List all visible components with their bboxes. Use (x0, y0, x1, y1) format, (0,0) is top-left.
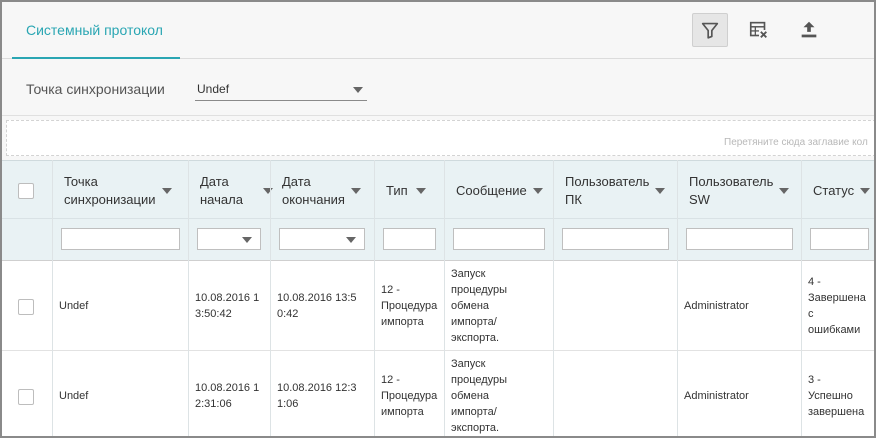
column-divider (188, 160, 189, 436)
column-header-label: Пользователь ПК (565, 173, 650, 207)
column-header-label: Дата окончания (282, 173, 345, 207)
cell-message: Запуск процедуры обмена импорта/ экспорт… (451, 358, 508, 434)
cell-message: Запуск процедуры обмена импорта/ экспорт… (451, 268, 508, 344)
row-select-checkbox[interactable] (18, 299, 34, 315)
type-column-filter[interactable] (383, 228, 436, 250)
column-header-label: Статус (813, 182, 855, 198)
sort-caret-icon (860, 187, 871, 194)
column-divider (553, 160, 554, 436)
column-header-label: Пользователь SW (689, 173, 774, 207)
sort-caret-icon (161, 187, 172, 194)
column-header-label: Тип (386, 182, 408, 198)
table-header-row: Точка синхронизации Дата начала Дата око… (2, 160, 874, 219)
column-header-sw-user[interactable]: Пользователь SW (689, 161, 790, 220)
end-date-column-filter[interactable] (279, 228, 365, 250)
table-row[interactable]: Undef 10.08.2016 1 2:31:06 10.08.2016 12… (2, 351, 874, 436)
cell-start-date: 10.08.2016 1 3:50:42 (195, 292, 260, 320)
row-select-checkbox[interactable] (18, 389, 34, 405)
cell-sync-point: Undef (59, 390, 89, 402)
column-header-label: Точка синхронизации (64, 173, 156, 207)
chevron-down-icon (242, 237, 252, 243)
sync-point-filter-label: Точка синхронизации (26, 81, 165, 97)
column-divider (270, 160, 271, 436)
filter-button[interactable] (692, 13, 728, 47)
cell-sw-user: Administrator (684, 300, 749, 312)
sort-caret-icon (532, 187, 543, 194)
group-drop-area[interactable]: Перетяните сюда заглавие кол (6, 120, 874, 156)
table-row[interactable]: Undef 10.08.2016 1 3:50:42 10.08.2016 13… (2, 261, 874, 351)
chevron-down-icon (346, 237, 356, 243)
sync-point-select-value: Undef (197, 82, 230, 96)
select-all-checkbox[interactable] (18, 183, 34, 199)
column-divider (52, 160, 53, 436)
message-column-filter[interactable] (453, 228, 545, 250)
sync-point-column-filter[interactable] (61, 228, 180, 250)
filter-icon (701, 22, 719, 39)
column-header-status[interactable]: Статус (813, 161, 871, 220)
sort-caret-icon (779, 187, 790, 194)
filter-bar: Точка синхронизации Undef (2, 59, 874, 116)
group-drop-hint: Перетяните сюда заглавие кол (724, 137, 868, 148)
column-header-end-date[interactable]: Дата окончания (282, 161, 361, 220)
table-clear-icon (749, 21, 769, 40)
column-divider (677, 160, 678, 436)
column-header-message[interactable]: Сообщение (456, 161, 543, 220)
cell-sync-point: Undef (59, 300, 89, 312)
tab-system-log[interactable]: Системный протокол (12, 2, 180, 60)
sort-caret-icon (262, 187, 273, 194)
export-button[interactable] (791, 13, 827, 47)
cell-status: 4 - Завершена с ошибками (808, 276, 866, 336)
sw-user-column-filter[interactable] (686, 228, 793, 250)
log-table: Точка синхронизации Дата начала Дата око… (2, 160, 874, 436)
sort-caret-icon (415, 187, 426, 194)
column-header-type[interactable]: Тип (386, 161, 426, 220)
cell-end-date: 10.08.2016 12:3 1:06 (277, 382, 357, 410)
pc-user-column-filter[interactable] (562, 228, 669, 250)
cell-status: 3 - Успешно завершена (808, 374, 865, 418)
column-header-pc-user[interactable]: Пользователь ПК (565, 161, 666, 220)
sync-point-select[interactable]: Undef (195, 79, 367, 101)
column-header-label: Сообщение (456, 182, 527, 198)
table-filter-row (2, 219, 874, 261)
column-divider (801, 160, 802, 436)
column-divider (374, 160, 375, 436)
upload-icon (801, 21, 817, 38)
cell-type: 12 - Процедура импорта (381, 374, 438, 418)
column-header-label: Дата начала (200, 173, 243, 207)
cell-end-date: 10.08.2016 13:5 0:42 (277, 292, 357, 320)
status-column-filter[interactable] (810, 228, 869, 250)
chevron-down-icon (353, 87, 363, 93)
top-bar: Системный протокол (2, 2, 874, 60)
start-date-column-filter[interactable] (197, 228, 261, 250)
cell-start-date: 10.08.2016 1 2:31:06 (195, 382, 260, 410)
sort-caret-icon (350, 187, 361, 194)
cell-type: 12 - Процедура импорта (381, 284, 438, 328)
group-drop-zone: Перетяните сюда заглавие кол (2, 116, 874, 160)
cell-sw-user: Administrator (684, 390, 749, 402)
clear-columns-button[interactable] (741, 13, 777, 47)
app-window: Системный протокол Точка синхронизации U… (0, 0, 876, 438)
column-header-start-date[interactable]: Дата начала (200, 161, 273, 220)
sort-caret-icon (655, 187, 666, 194)
column-divider (444, 160, 445, 436)
tab-label: Системный протокол (26, 22, 163, 38)
column-header-sync-point[interactable]: Точка синхронизации (64, 161, 172, 220)
